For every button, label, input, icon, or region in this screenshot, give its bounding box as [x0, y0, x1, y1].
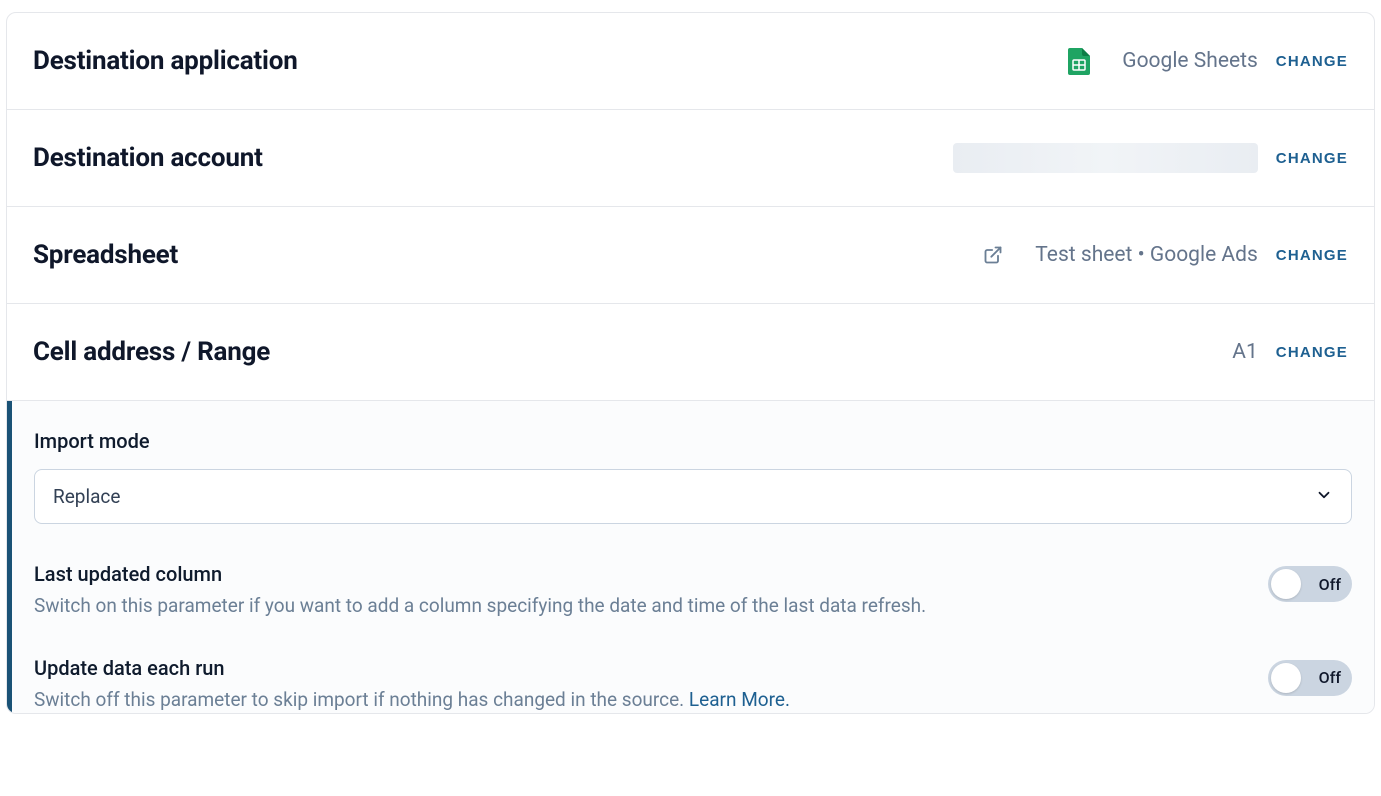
change-destination-application-button[interactable]: CHANGE: [1276, 53, 1348, 70]
toggle-knob: [1271, 663, 1301, 693]
update-each-run-desc-text: Switch off this parameter to skip import…: [34, 688, 689, 711]
learn-more-link[interactable]: Learn More.: [689, 688, 790, 711]
change-cell-range-button[interactable]: CHANGE: [1276, 344, 1348, 361]
spreadsheet-value: Test sheet • Google Ads: [1035, 243, 1258, 267]
change-spreadsheet-button[interactable]: CHANGE: [1276, 247, 1348, 264]
import-mode-label: Import mode: [34, 429, 1352, 453]
last-updated-row: Last updated column Switch on this param…: [34, 562, 1352, 620]
row-destination-account: Destination account CHANGE: [7, 110, 1374, 207]
update-each-run-row: Update data each run Switch off this par…: [34, 656, 1352, 714]
destination-application-value: Google Sheets: [1122, 49, 1258, 73]
change-destination-account-button[interactable]: CHANGE: [1276, 150, 1348, 167]
external-link-icon[interactable]: [983, 245, 1003, 265]
row-cell-range: Cell address / Range A1 CHANGE: [7, 304, 1374, 401]
import-mode-selected-value: Replace: [53, 485, 120, 508]
settings-panel: Destination application Google Sheets CH…: [6, 12, 1375, 714]
import-mode-select[interactable]: Replace: [34, 469, 1352, 524]
update-each-run-toggle-state: Off: [1319, 668, 1341, 687]
last-updated-desc: Switch on this parameter if you want to …: [34, 592, 1238, 620]
import-mode-section: Import mode Replace Last updated column …: [7, 401, 1374, 713]
row-destination-application: Destination application Google Sheets CH…: [7, 13, 1374, 110]
toggle-knob: [1271, 569, 1301, 599]
spreadsheet-title: Spreadsheet: [33, 240, 178, 270]
destination-account-value-placeholder: [953, 143, 1258, 173]
last-updated-toggle-state: Off: [1319, 575, 1341, 594]
cell-range-title: Cell address / Range: [33, 337, 270, 367]
update-each-run-desc: Switch off this parameter to skip import…: [34, 686, 1238, 714]
row-spreadsheet: Spreadsheet Test sheet • Google Ads CHAN…: [7, 207, 1374, 304]
cell-range-value: A1: [1232, 340, 1258, 364]
last-updated-title: Last updated column: [34, 562, 1238, 586]
update-each-run-toggle[interactable]: Off: [1268, 660, 1352, 696]
chevron-down-icon: [1315, 486, 1333, 508]
destination-account-title: Destination account: [33, 143, 263, 173]
last-updated-toggle[interactable]: Off: [1268, 566, 1352, 602]
destination-application-title: Destination application: [33, 46, 298, 76]
google-sheets-icon: [1068, 48, 1090, 75]
update-each-run-title: Update data each run: [34, 656, 1238, 680]
